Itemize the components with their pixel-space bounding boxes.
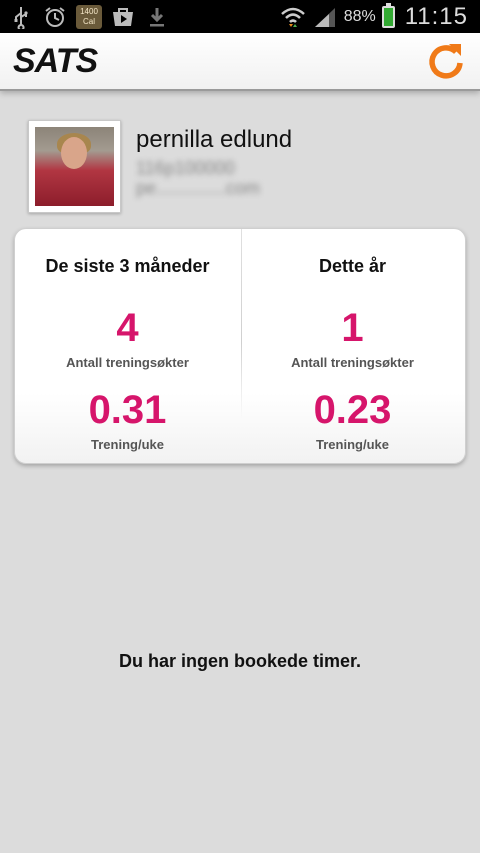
stats-title: Dette år bbox=[318, 256, 387, 276]
sessions-label: Antall treningsøkter bbox=[291, 355, 414, 370]
avatar-photo bbox=[35, 127, 114, 206]
calorie-value: 1400 bbox=[80, 6, 98, 16]
sessions-value: 4 bbox=[116, 306, 139, 350]
profile-header: pernilla edlund 116p100000 pe...........… bbox=[28, 120, 468, 215]
profile-email: pe..............com bbox=[136, 178, 261, 198]
calendar-icon: 1400 Cal bbox=[76, 4, 102, 29]
calorie-unit: Cal bbox=[82, 16, 95, 26]
stats-card: De siste 3 måneder 4 Antall treningsøkte… bbox=[14, 228, 466, 464]
refresh-button[interactable] bbox=[424, 39, 468, 83]
status-bar-system: 88% 11:15 bbox=[280, 0, 480, 33]
alarm-icon bbox=[42, 4, 68, 30]
per-week-value: 0.23 bbox=[313, 388, 392, 432]
per-week-value: 0.31 bbox=[88, 388, 167, 432]
signal-icon bbox=[312, 4, 338, 30]
download-icon bbox=[144, 4, 170, 30]
status-bar: 1400 Cal 88% 11:15 bbox=[0, 0, 480, 33]
profile-name: pernilla edlund bbox=[136, 126, 293, 153]
no-bookings-message: Du har ingen bookede timer. bbox=[118, 651, 362, 671]
battery-percent: 88% bbox=[343, 7, 376, 25]
sessions-label: Antall treningsøkter bbox=[66, 355, 189, 370]
profile-member-id: 116p100000 bbox=[136, 158, 235, 178]
sessions-value: 1 bbox=[341, 306, 364, 350]
battery-icon bbox=[381, 2, 395, 28]
app-bar: SATS bbox=[0, 33, 480, 91]
per-week-label: Trening/uke bbox=[91, 437, 164, 452]
stats-title: De siste 3 måneder bbox=[45, 256, 210, 276]
stats-this-year: Dette år 1 Antall treningsøkter 0.23 Tre… bbox=[240, 229, 465, 463]
usb-icon bbox=[8, 4, 34, 30]
play-store-icon bbox=[110, 4, 136, 30]
avatar bbox=[28, 120, 121, 213]
status-bar-notifications: 1400 Cal bbox=[0, 0, 170, 33]
stats-last-3-months: De siste 3 måneder 4 Antall treningsøkte… bbox=[15, 229, 240, 463]
per-week-label: Trening/uke bbox=[316, 437, 389, 452]
clock: 11:15 bbox=[404, 2, 468, 30]
refresh-icon bbox=[429, 44, 463, 79]
sats-logo: SATS bbox=[13, 41, 98, 80]
wifi-icon bbox=[280, 4, 306, 30]
